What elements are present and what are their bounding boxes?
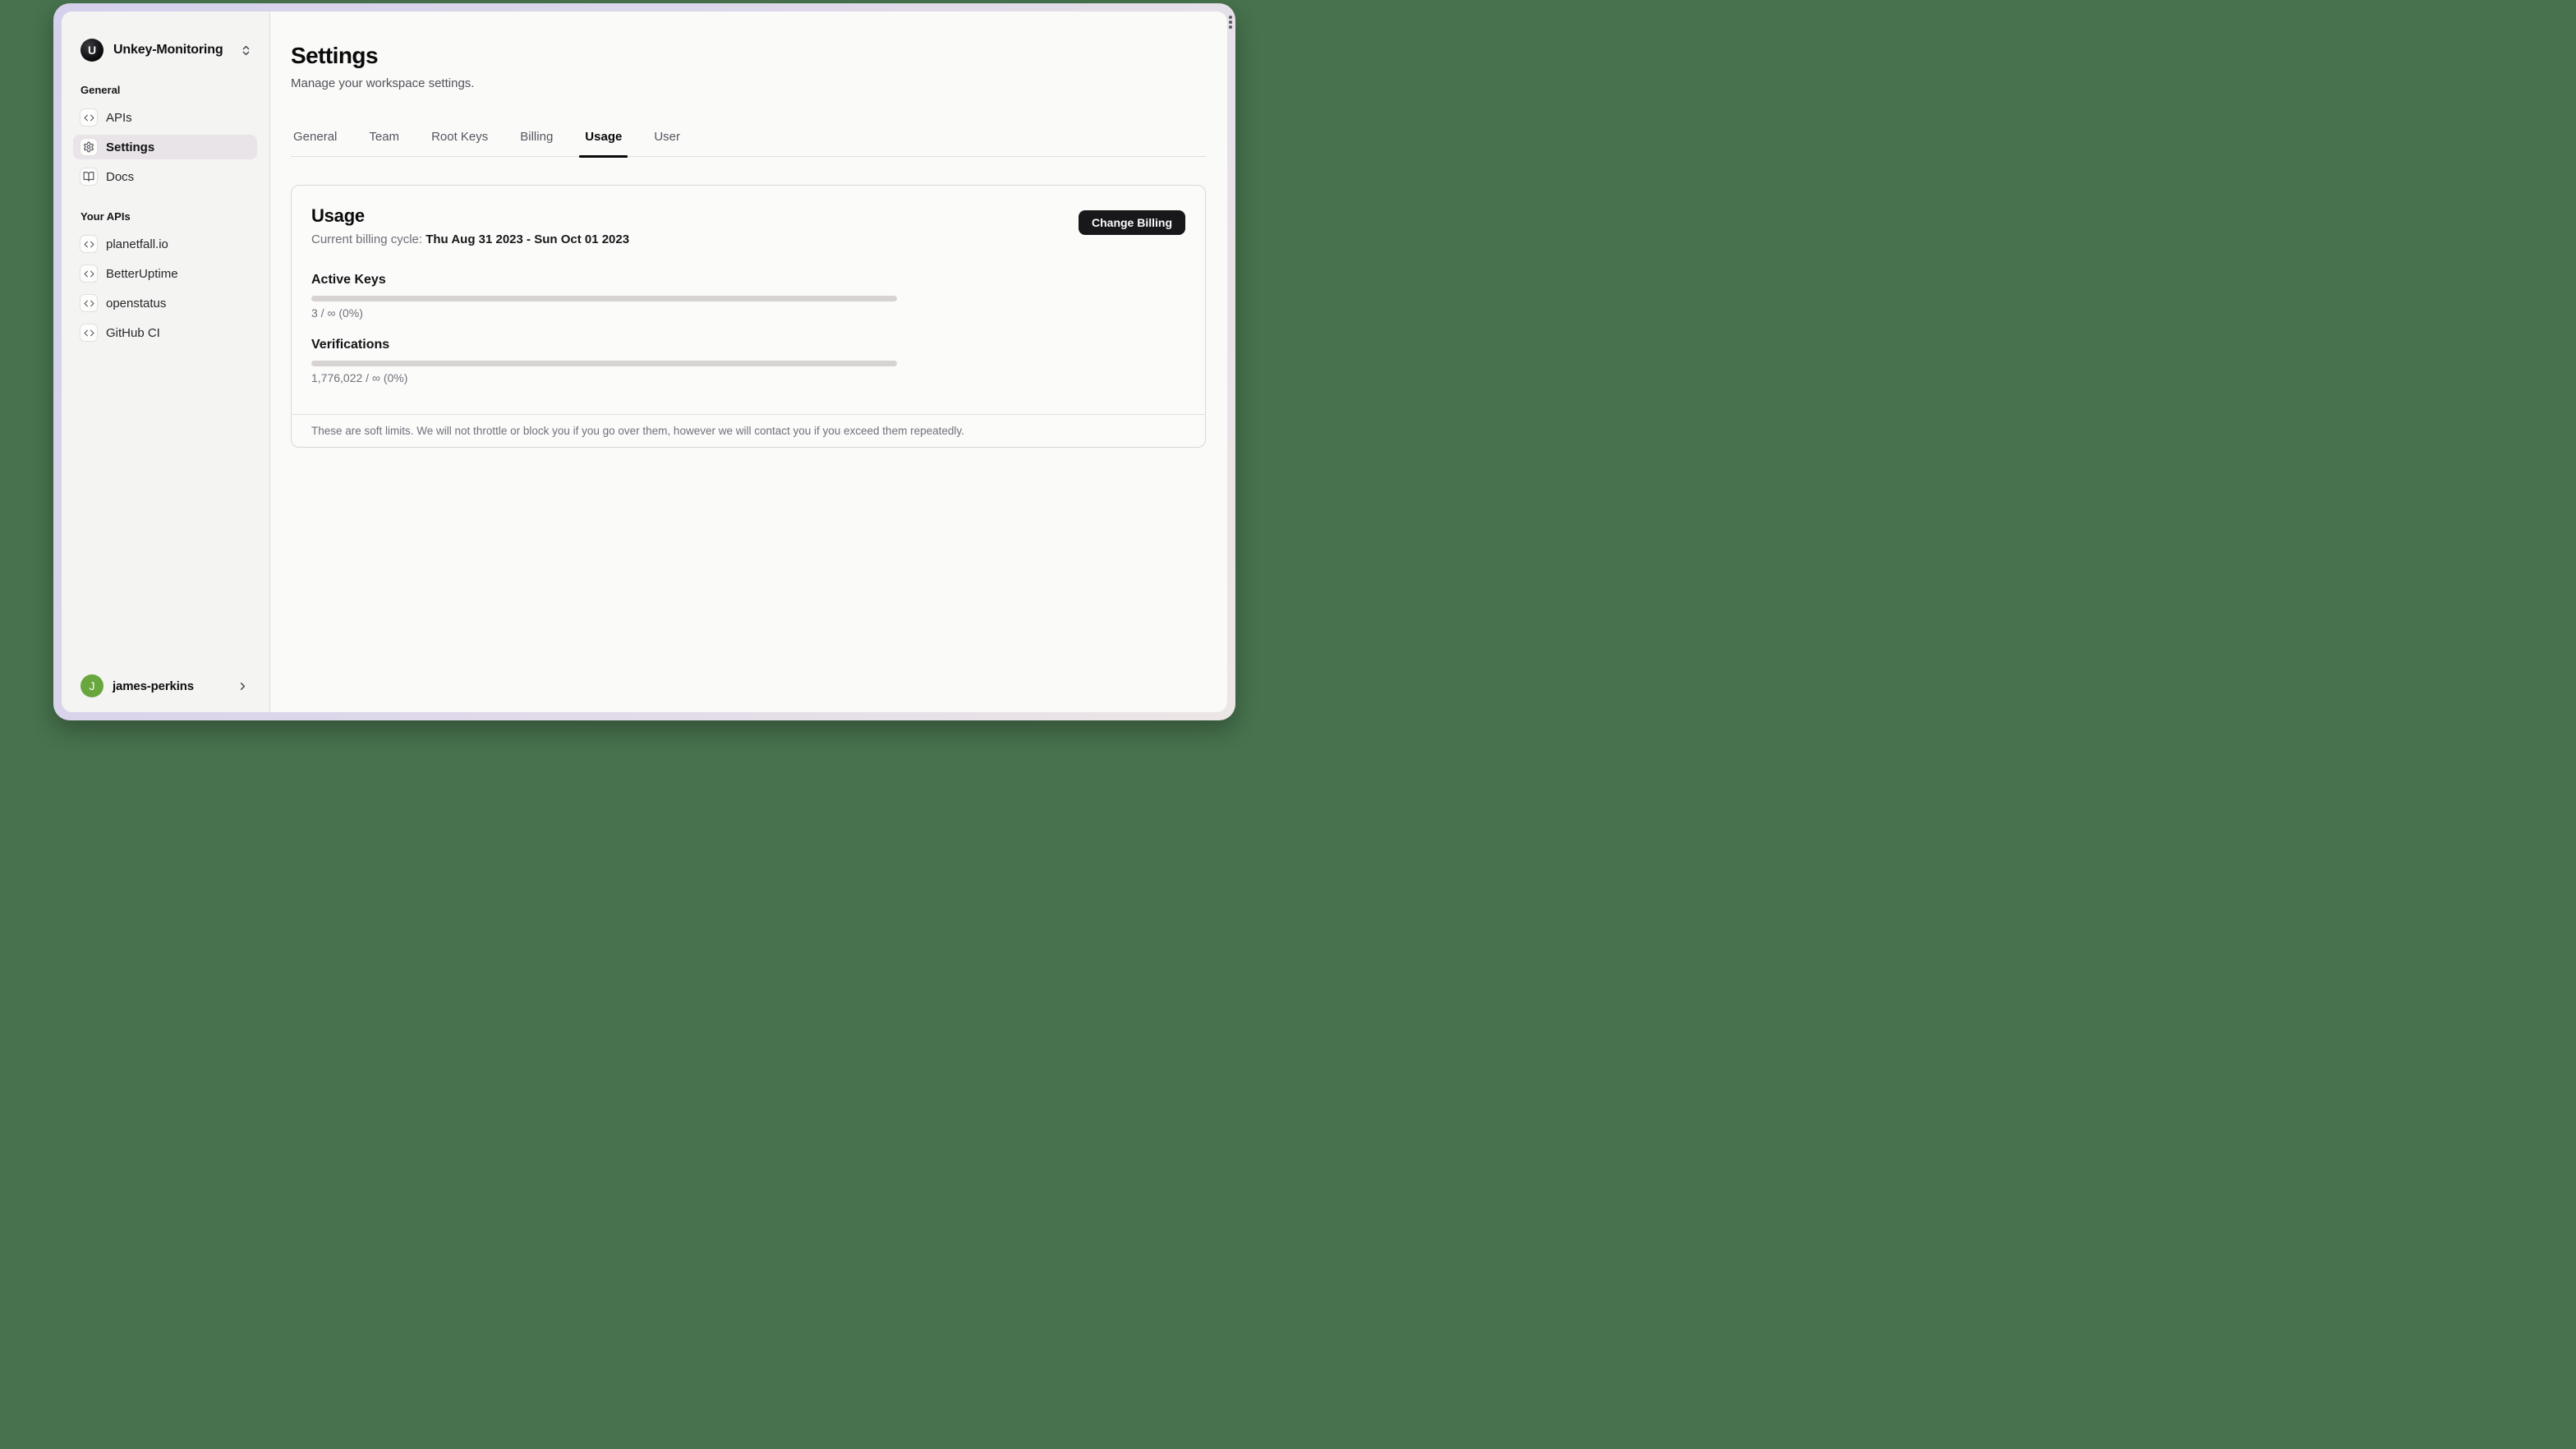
code-icon bbox=[80, 108, 98, 126]
gear-icon bbox=[80, 138, 98, 156]
billing-cycle-label: Current billing cycle: bbox=[311, 232, 426, 246]
sidebar-item-planetfall[interactable]: planetfall.io bbox=[73, 232, 257, 256]
user-avatar: J bbox=[80, 674, 104, 697]
meter-value: 3 / ∞ (0%) bbox=[311, 306, 1185, 320]
sidebar-item-label: openstatus bbox=[106, 297, 166, 310]
usage-card-heading-group: Usage Current billing cycle: Thu Aug 31 … bbox=[311, 205, 629, 246]
meter-value: 1,776,022 / ∞ (0%) bbox=[311, 371, 1185, 384]
meter-active-keys: Active Keys 3 / ∞ (0%) bbox=[311, 273, 1185, 320]
meter-label: Active Keys bbox=[311, 273, 1185, 288]
change-billing-button[interactable]: Change Billing bbox=[1079, 210, 1185, 235]
sidebar-item-label: planetfall.io bbox=[106, 237, 168, 251]
chevron-right-icon bbox=[237, 680, 249, 692]
chevrons-up-down-icon bbox=[240, 44, 252, 57]
sidebar-item-label: APIs bbox=[106, 111, 132, 125]
progress-bar bbox=[311, 296, 897, 301]
workspace-name: Unkey-Monitoring bbox=[113, 43, 230, 58]
sidebar-item-betteruptime[interactable]: BetterUptime bbox=[73, 261, 257, 286]
sidebar-spacer bbox=[73, 345, 257, 671]
window-handle-dots[interactable] bbox=[1228, 16, 1233, 29]
sidebar-item-apis[interactable]: APIs bbox=[73, 105, 257, 130]
sidebar-section-your-apis: Your APIs bbox=[80, 210, 257, 223]
usage-card: Usage Current billing cycle: Thu Aug 31 … bbox=[291, 185, 1206, 448]
sidebar-item-settings[interactable]: Settings bbox=[73, 135, 257, 159]
tab-root-keys[interactable]: Root Keys bbox=[429, 130, 490, 156]
billing-cycle: Current billing cycle: Thu Aug 31 2023 -… bbox=[311, 232, 629, 246]
sidebar-section-general: General bbox=[80, 84, 257, 96]
sidebar-item-label: GitHub CI bbox=[106, 326, 160, 340]
user-menu[interactable]: J james-perkins bbox=[73, 671, 257, 701]
sidebar-nav-general: APIs Settings Docs bbox=[73, 105, 257, 189]
sidebar-item-openstatus[interactable]: openstatus bbox=[73, 291, 257, 315]
progress-bar bbox=[311, 361, 897, 366]
main-content: Settings Manage your workspace settings.… bbox=[270, 12, 1227, 712]
sidebar-item-label: BetterUptime bbox=[106, 267, 178, 281]
sidebar-nav-your-apis: planetfall.io BetterUptime openstatus bbox=[73, 232, 257, 345]
code-icon bbox=[80, 324, 98, 342]
tab-billing[interactable]: Billing bbox=[518, 130, 555, 156]
sidebar-item-docs[interactable]: Docs bbox=[73, 164, 257, 189]
sidebar-item-label: Settings bbox=[106, 140, 154, 154]
tab-general[interactable]: General bbox=[291, 130, 339, 156]
page-title: Settings bbox=[291, 43, 1206, 69]
meter-verifications: Verifications 1,776,022 / ∞ (0%) bbox=[311, 338, 1185, 384]
settings-tabs: General Team Root Keys Billing Usage Use… bbox=[291, 130, 1206, 157]
meter-label: Verifications bbox=[311, 338, 1185, 352]
usage-card-title: Usage bbox=[311, 205, 629, 227]
code-icon bbox=[80, 264, 98, 283]
tab-user[interactable]: User bbox=[651, 130, 683, 156]
usage-card-footer: These are soft limits. We will not throt… bbox=[292, 414, 1205, 447]
tab-team[interactable]: Team bbox=[366, 130, 402, 156]
user-name: james-perkins bbox=[113, 679, 228, 693]
book-open-icon bbox=[80, 168, 98, 186]
handle-dot bbox=[1229, 16, 1232, 19]
app-window: U Unkey-Monitoring General APIs bbox=[53, 3, 1235, 720]
handle-dot bbox=[1229, 25, 1232, 29]
sidebar-item-github-ci[interactable]: GitHub CI bbox=[73, 320, 257, 345]
usage-card-body: Usage Current billing cycle: Thu Aug 31 … bbox=[292, 186, 1205, 414]
code-icon bbox=[80, 294, 98, 312]
usage-card-header: Usage Current billing cycle: Thu Aug 31 … bbox=[311, 205, 1185, 246]
workspace-avatar: U bbox=[80, 39, 104, 62]
code-icon bbox=[80, 235, 98, 253]
tab-usage[interactable]: Usage bbox=[582, 130, 624, 156]
handle-dot bbox=[1229, 21, 1232, 24]
workspace-switcher[interactable]: U Unkey-Monitoring bbox=[73, 38, 257, 62]
page-subtitle: Manage your workspace settings. bbox=[291, 76, 1206, 90]
sidebar-item-label: Docs bbox=[106, 170, 134, 184]
desktop-background: U Unkey-Monitoring General APIs bbox=[0, 0, 1288, 724]
billing-cycle-value: Thu Aug 31 2023 - Sun Oct 01 2023 bbox=[426, 232, 629, 246]
sidebar: U Unkey-Monitoring General APIs bbox=[62, 12, 270, 712]
app-surface: U Unkey-Monitoring General APIs bbox=[62, 12, 1227, 712]
